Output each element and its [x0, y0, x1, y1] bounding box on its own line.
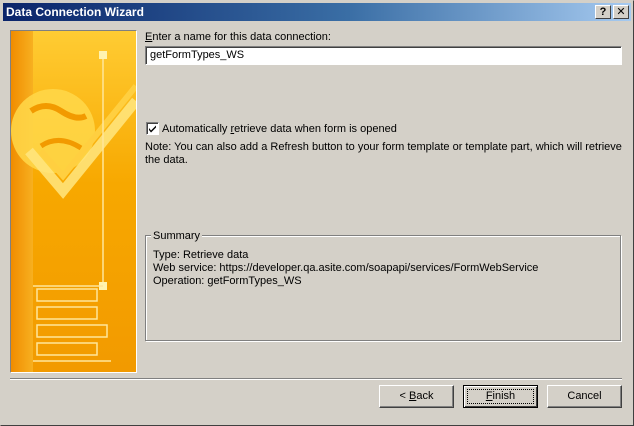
check-mark-icon: [149, 125, 156, 133]
data-connection-wizard-dialog: Data Connection Wizard ? ✕ Enter a name …: [0, 0, 634, 426]
back-button-prefix: <: [399, 390, 409, 402]
refresh-note: Note: You can also add a Refresh button …: [145, 141, 622, 166]
connection-name-input[interactable]: getFormTypes_WS: [145, 46, 622, 65]
button-separator: [10, 378, 622, 380]
finish-button-rest: inish: [492, 390, 516, 402]
summary-web-service: Web service: https://developer.qa.asite.…: [153, 262, 539, 274]
summary-operation: Operation: getFormTypes_WS: [153, 275, 302, 287]
close-button[interactable]: ✕: [613, 5, 629, 19]
connection-name-label: Enter a name for this data connection:: [145, 31, 331, 43]
auto-retrieve-label-rest: etrieve data when form is opened: [234, 123, 397, 135]
auto-retrieve-label[interactable]: Automatically retrieve data when form is…: [162, 123, 397, 135]
summary-legend: Summary: [151, 230, 203, 242]
window-title: Data Connection Wizard: [6, 5, 144, 19]
connection-name-label-text: nter a name for this data connection:: [152, 31, 331, 43]
summary-type: Type: Retrieve data: [153, 249, 249, 261]
finish-button[interactable]: Finish: [463, 385, 538, 408]
wizard-banner-icon: [11, 31, 136, 372]
back-button-rest: ack: [416, 390, 434, 402]
wizard-side-image: [10, 30, 137, 373]
back-button[interactable]: < Back: [379, 385, 454, 408]
auto-retrieve-checkbox[interactable]: [146, 122, 159, 135]
help-button[interactable]: ?: [595, 5, 611, 19]
auto-retrieve-label-pre: Automatically: [162, 123, 231, 135]
title-bar[interactable]: Data Connection Wizard ? ✕: [3, 3, 631, 21]
cancel-button[interactable]: Cancel: [547, 385, 622, 408]
